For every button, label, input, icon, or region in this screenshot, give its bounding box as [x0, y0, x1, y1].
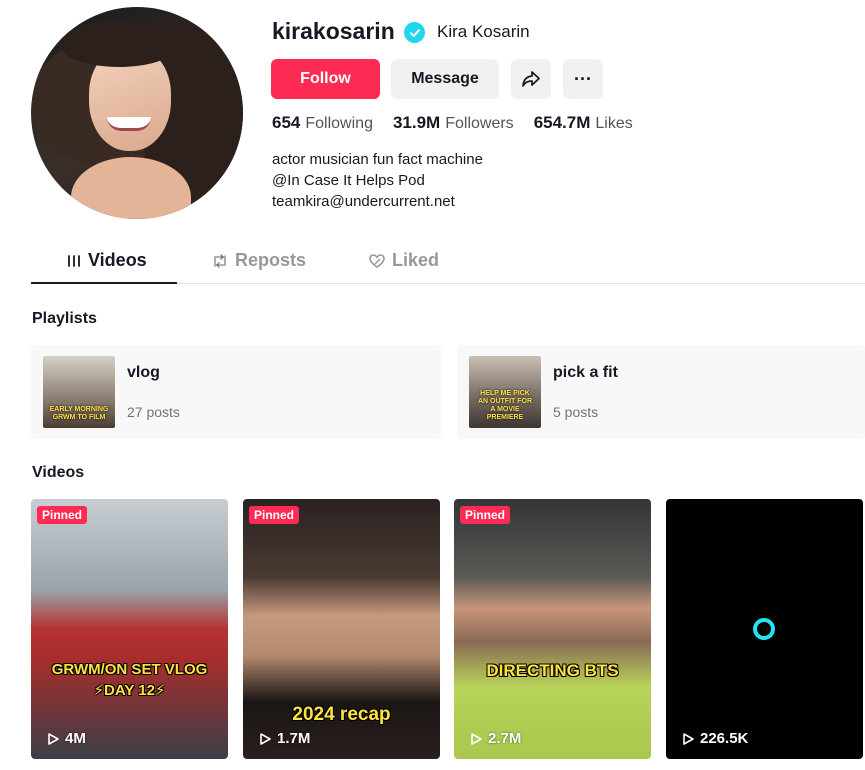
profile-stats: 654 Following 31.9M Followers 654.7M Likes	[272, 113, 633, 133]
tab-liked-label: Liked	[392, 250, 440, 270]
followers-label: Followers	[445, 115, 514, 132]
pinned-badge: Pinned	[249, 506, 300, 524]
video-view-count: 4M	[65, 730, 86, 747]
follow-button[interactable]: Follow	[271, 59, 380, 99]
followers-count: 31.9M	[392, 113, 441, 132]
more-options-button[interactable]: ···	[563, 59, 603, 99]
grid-icon	[68, 254, 80, 267]
playlist-thumb-caption: EARLY MORNING GRWM TO FILM	[49, 406, 109, 421]
video-card[interactable]: Pinned 2024 recap 1.7M	[243, 499, 440, 759]
tab-reposts-label: Reposts	[235, 250, 307, 270]
tab-videos[interactable]: Videos	[66, 250, 147, 271]
playlist-post-count: 5 posts	[553, 404, 599, 420]
profile-tabs: Videos Reposts Liked	[31, 246, 865, 284]
likes-stat: 654.7M Likes	[534, 113, 633, 133]
active-tab-indicator	[31, 282, 177, 284]
video-card[interactable]: Pinned GRWM/ON SET VLOG ⚡DAY 12⚡ 4M	[31, 499, 228, 759]
bio-line[interactable]: @In Case It Helps Pod	[272, 170, 483, 191]
playlist-thumbnail: EARLY MORNING GRWM TO FILM	[43, 356, 115, 428]
playlist-post-count: 27 posts	[127, 404, 180, 420]
heart-outline-icon	[369, 253, 385, 268]
likes-count: 654.7M	[533, 113, 591, 132]
tab-liked[interactable]: Liked	[368, 250, 439, 271]
video-view-count: 2.7M	[488, 730, 522, 747]
profile-avatar[interactable]	[31, 7, 243, 219]
share-button[interactable]	[511, 59, 551, 99]
avatar-bangs	[59, 21, 179, 67]
playlists-heading: Playlists	[32, 310, 97, 327]
verified-badge-icon	[404, 22, 425, 43]
video-views: 1.7M	[258, 730, 310, 747]
repost-icon	[214, 253, 226, 268]
playlist-name: vlog	[127, 364, 160, 381]
share-arrow-icon	[522, 71, 540, 87]
playlist-thumb-caption: HELP ME PICK AN OUTFIT FOR A MOVIE PREMI…	[477, 390, 533, 421]
play-icon	[48, 732, 59, 745]
play-icon	[471, 732, 482, 745]
pinned-badge: Pinned	[460, 506, 511, 524]
bio-line: teamkira@undercurrent.net	[272, 193, 455, 210]
playlist-name: pick a fit	[553, 364, 618, 381]
message-button[interactable]: Message	[391, 59, 499, 99]
play-icon	[683, 732, 694, 745]
video-view-count: 1.7M	[277, 730, 311, 747]
profile-nickname: Kira Kosarin	[437, 22, 530, 41]
pinned-badge: Pinned	[37, 506, 88, 524]
play-icon	[260, 732, 271, 745]
followers-stat[interactable]: 31.9M Followers	[393, 113, 514, 133]
tab-reposts[interactable]: Reposts	[211, 250, 306, 271]
video-views: 4M	[46, 730, 86, 747]
video-overlay-text: 2024 recap	[292, 704, 391, 725]
playlist-card[interactable]: HELP ME PICK AN OUTFIT FOR A MOVIE PREMI…	[457, 345, 865, 439]
videos-heading: Videos	[32, 464, 85, 481]
video-views: 2.7M	[469, 730, 521, 747]
bio-line: actor musician fun fact machine	[272, 151, 483, 168]
playlist-card[interactable]: EARLY MORNING GRWM TO FILM vlog 27 posts	[31, 345, 441, 439]
video-card[interactable]: Pinned DIRECTING BTS 2.7M	[454, 499, 651, 759]
video-overlay-text: DIRECTING BTS	[486, 661, 619, 680]
following-label: Following	[305, 115, 373, 132]
tab-videos-label: Videos	[88, 250, 147, 270]
video-card[interactable]: 226.5K	[666, 499, 863, 759]
loading-spinner-icon	[753, 618, 775, 640]
following-stat[interactable]: 654 Following	[272, 113, 373, 133]
video-views: 226.5K	[681, 730, 748, 747]
profile-bio: actor musician fun fact machine @In Case…	[272, 149, 483, 212]
following-count: 654	[272, 113, 301, 132]
likes-label: Likes	[595, 115, 633, 132]
profile-username: kirakosarin	[272, 18, 395, 44]
video-overlay-text: GRWM/ON SET VLOG ⚡DAY 12⚡	[51, 661, 208, 699]
video-view-count: 226.5K	[700, 730, 749, 747]
playlist-thumbnail: HELP ME PICK AN OUTFIT FOR A MOVIE PREMI…	[469, 356, 541, 428]
